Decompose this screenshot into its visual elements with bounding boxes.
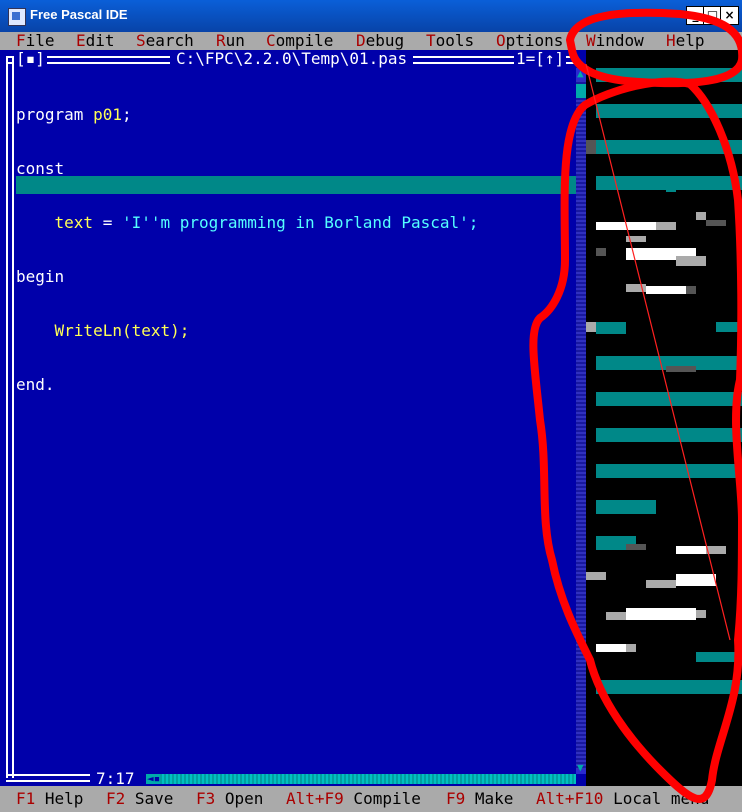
status-make[interactable]: F9 Make: [446, 787, 513, 811]
editor-window-number[interactable]: 1=[↑]: [514, 50, 567, 68]
horizontal-scrollbar[interactable]: ◄▪: [146, 773, 576, 785]
menu-tools[interactable]: Tools: [426, 32, 474, 50]
code-line: begin: [16, 267, 65, 286]
status-bar: F1 Help F2 Save F3 Open Alt+F9 Compile F…: [0, 786, 742, 812]
code-line: end.: [16, 375, 55, 394]
title-bar: Free Pascal IDE _ □ ×: [0, 0, 742, 32]
scroll-track[interactable]: [576, 80, 586, 770]
code-line: text = 'I''m programming in Borland Pasc…: [54, 213, 479, 232]
scroll-thumb[interactable]: [576, 84, 586, 98]
menu-run[interactable]: Run: [216, 32, 245, 50]
app-icon: [8, 8, 26, 26]
status-local-menu[interactable]: Alt+F10 Local menu: [536, 787, 709, 811]
menu-compile[interactable]: Compile: [266, 32, 333, 50]
menu-search[interactable]: Search: [136, 32, 194, 50]
status-save[interactable]: F2 Save: [106, 787, 173, 811]
menu-bar: File Edit Search Run Compile Debug Tools…: [0, 32, 742, 50]
editor-close-box[interactable]: [▪]: [14, 50, 47, 68]
menu-window[interactable]: Window: [586, 32, 644, 50]
code-line: program p01;: [16, 105, 132, 124]
hscroll-track[interactable]: [160, 774, 576, 784]
status-compile[interactable]: Alt+F9 Compile: [286, 787, 421, 811]
code-line: WriteLn(text);: [54, 321, 190, 340]
editor-frame-top: [▪] C:\FPC\2.2.0\Temp\01.pas 1=[↑]: [0, 50, 586, 68]
frame-line: [6, 774, 90, 782]
menu-options[interactable]: Options: [496, 32, 563, 50]
scroll-up-icon[interactable]: ▲: [577, 68, 584, 80]
close-button[interactable]: ×: [720, 6, 739, 25]
status-help[interactable]: F1 Help: [16, 787, 83, 811]
menu-edit[interactable]: Edit: [76, 32, 115, 50]
editor-file-path: C:\FPC\2.2.0\Temp\01.pas: [170, 50, 414, 68]
editor-frame-left: [6, 58, 14, 778]
render-artifact-area: [586, 50, 742, 786]
code-area[interactable]: program p01; const text = 'I''m programm…: [16, 70, 478, 430]
menu-file[interactable]: File: [16, 32, 55, 50]
menu-help[interactable]: Help: [666, 32, 705, 50]
code-line: const: [16, 159, 65, 178]
editor-window[interactable]: [▪] C:\FPC\2.2.0\Temp\01.pas 1=[↑] progr…: [0, 50, 586, 788]
scroll-left-icon[interactable]: ◄▪: [147, 773, 160, 785]
window-title: Free Pascal IDE: [30, 7, 128, 22]
status-open[interactable]: F3 Open: [196, 787, 263, 811]
vertical-scrollbar[interactable]: ▲ ▼: [576, 68, 586, 774]
menu-debug[interactable]: Debug: [356, 32, 404, 50]
